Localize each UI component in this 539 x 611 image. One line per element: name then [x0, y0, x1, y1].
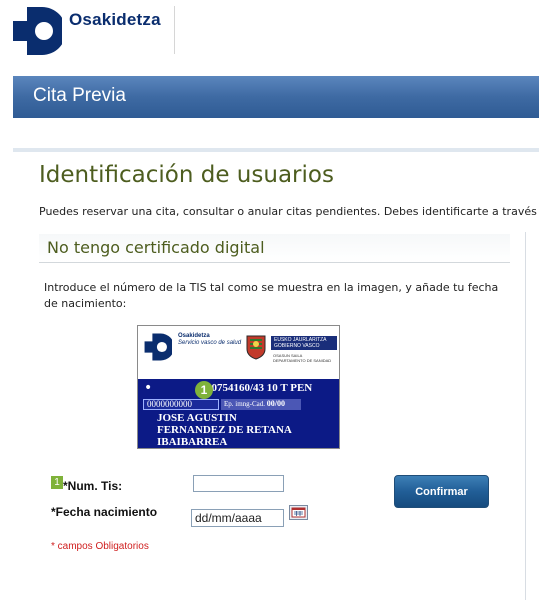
- card-body: • 00754160/43 10 T PEN 1 0000000000 Ep. …: [138, 379, 339, 448]
- content-divider: [13, 148, 539, 152]
- calendar-icon: [291, 507, 306, 518]
- calendar-button[interactable]: [289, 505, 308, 520]
- confirm-button[interactable]: Confirmar: [394, 475, 489, 508]
- card-ep-box: Ep. imng-Cad. 00/00: [221, 399, 301, 410]
- card-department-line2: DEPARTAMENTO DE SANIDAD: [273, 358, 332, 363]
- card-government-line2: GOBIERNO VASCO: [274, 343, 320, 349]
- card-name-line1: JOSE AGUSTIN: [157, 412, 237, 424]
- page-title: Identificación de usuarios: [39, 162, 334, 188]
- card-issuer-name: Osakidetza: [178, 333, 210, 339]
- card-name-line2: FERNANDEZ DE RETANA: [157, 424, 292, 436]
- card-code-line: 00754160/43 10 T PEN: [206, 382, 313, 394]
- birth-date-input[interactable]: [191, 509, 284, 527]
- section-title: No tengo certificado digital: [47, 238, 265, 257]
- card-ep-value: 00/00: [266, 399, 286, 408]
- card-tis-number: 0000000000: [147, 399, 192, 409]
- tis-card-image: Osakidetza Servicio vasco de salud EUSKO…: [137, 325, 340, 449]
- card-government-band: EUSKO JAURLARITZA GOBIERNO VASCO: [271, 336, 337, 350]
- birth-date-label: *Fecha nacimiento: [51, 505, 158, 519]
- tis-number-input[interactable]: [193, 475, 284, 492]
- instructions-text: Introduce el número de la TIS tal como s…: [44, 281, 499, 310]
- panel-border: [525, 232, 526, 600]
- required-fields-note: * campos Obligatorios: [51, 541, 149, 552]
- osakidetza-logo[interactable]: Osakidetza: [12, 6, 182, 56]
- card-tis-number-box: 0000000000: [143, 399, 219, 410]
- card-ep-label: Ep. imng-Cad.: [224, 400, 266, 408]
- tis-number-marker: 1: [195, 381, 213, 399]
- card-issuer-sub: Servicio vasco de salud: [178, 340, 242, 346]
- osakidetza-logo-icon: [13, 7, 62, 55]
- brand-name: Osakidetza: [69, 10, 161, 29]
- card-logo-icon: [144, 333, 172, 361]
- card-name-line3: IBAIBARREA: [157, 436, 228, 448]
- card-header: Osakidetza Servicio vasco de salud EUSKO…: [138, 326, 339, 379]
- section-header: No tengo certificado digital: [39, 234, 510, 263]
- card-ep: Ep. imng-Cad. 00/00: [224, 399, 285, 408]
- step-badge: 1: [51, 476, 63, 489]
- header-divider: [174, 6, 175, 54]
- card-department: OSASUN SAILA DEPARTAMENTO DE SANIDAD: [273, 353, 331, 363]
- banner-title: Cita Previa: [33, 85, 126, 106]
- basque-government-seal-icon: [246, 335, 266, 360]
- card-bullet-icon: •: [144, 380, 153, 396]
- intro-text: Puedes reservar una cita, consultar o an…: [39, 205, 539, 218]
- title-banner: Cita Previa: [13, 76, 539, 118]
- card-issuer: Osakidetza Servicio vasco de salud: [178, 333, 241, 347]
- tis-label: *Num. Tis:: [63, 479, 123, 493]
